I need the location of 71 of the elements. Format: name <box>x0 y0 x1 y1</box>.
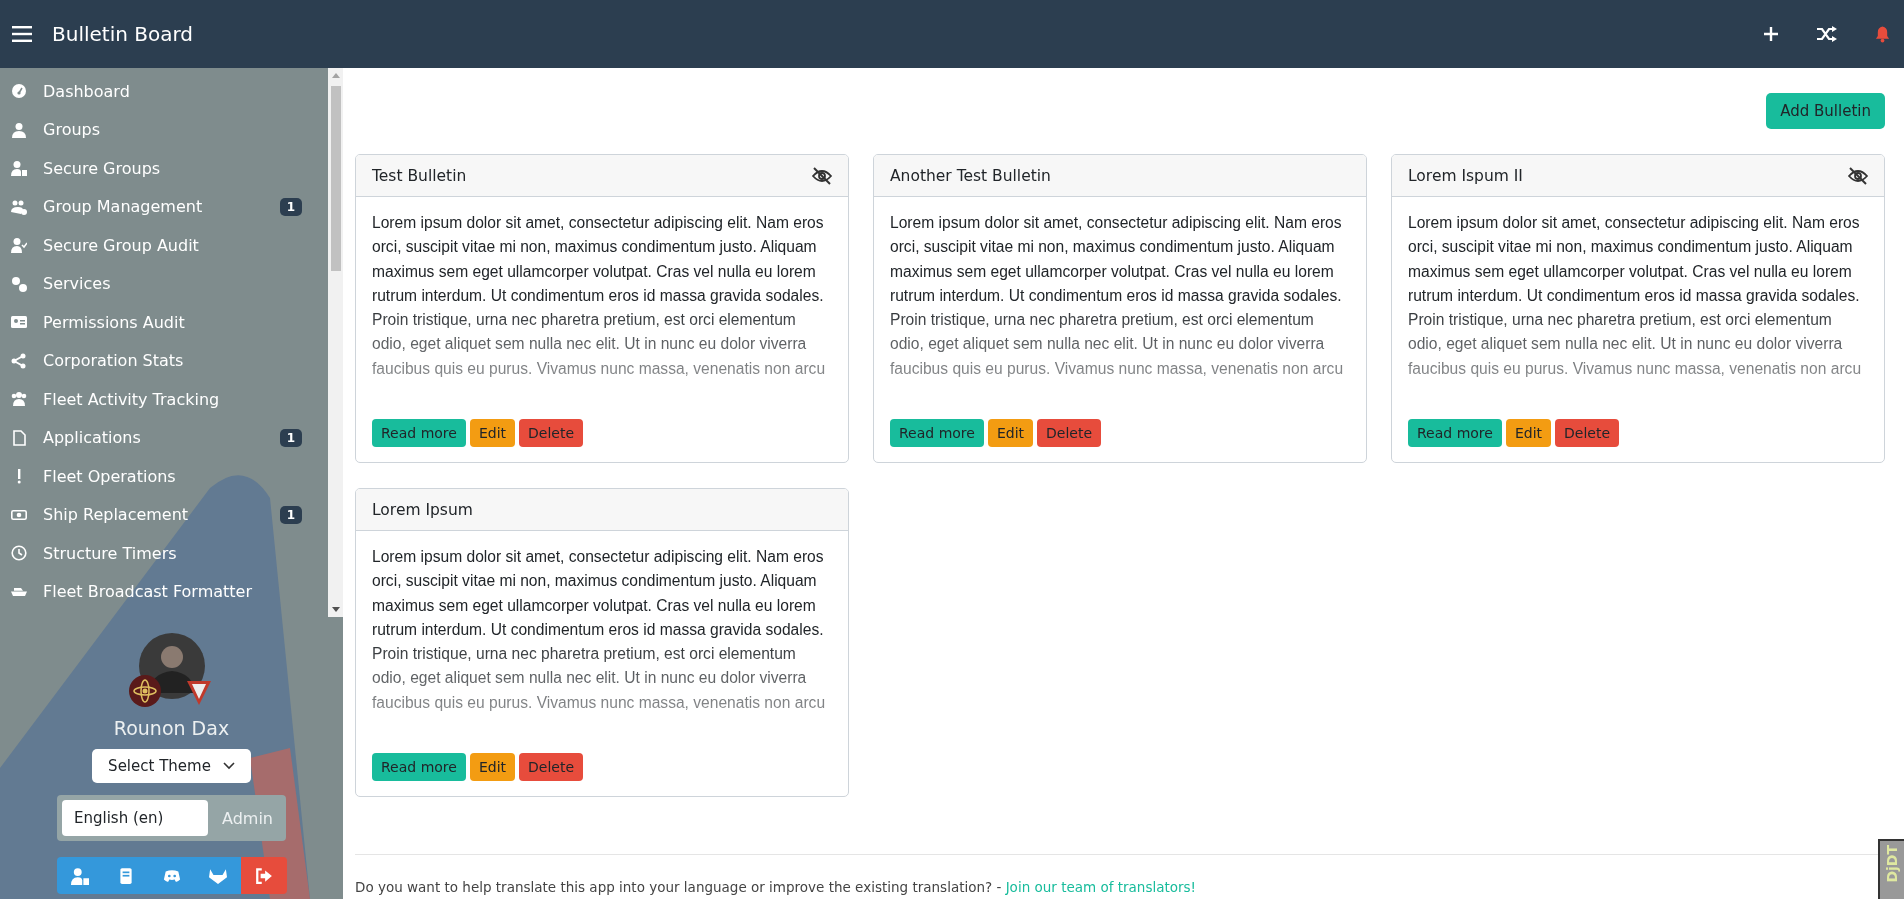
bulletin-text: Lorem ipsum dolor sit amet, consectetur adipiscing elit. Nam eros orci, suscipit vitae mi non, maximus condimentum justo. Aliquam maximus sem eget ullamcorper volutpat. Cras vel nulla eu lorem rutrum interdum. Ut condimentum eros id massa gravida sodales. Proin tristique, urna nec pharetra pretium, est orci elementum odio, eget aliquet sem nulla nec elit. Ut in nunc eu dolor viverra faucibus quis eu purus. Vivamus nunc massa, venenatis non arcu <box>372 213 827 379</box>
delete-button[interactable]: Delete <box>1555 419 1620 447</box>
file-icon <box>11 429 27 446</box>
ship-icon <box>11 587 27 596</box>
read-more-button[interactable]: Read more <box>1408 419 1502 447</box>
sidebar-item[interactable]: Fleet Broadcast Formatter <box>0 572 328 611</box>
plus-icon[interactable] <box>1763 25 1779 43</box>
bell-icon[interactable] <box>1875 25 1890 43</box>
sidebar-item[interactable]: Corporation Stats <box>0 341 328 380</box>
sidebar-item[interactable]: Group Management 1 <box>0 187 328 226</box>
edit-button[interactable]: Edit <box>987 419 1034 447</box>
atom-icon <box>128 675 161 707</box>
id-card-icon <box>11 314 27 331</box>
user-lock-icon <box>11 160 27 177</box>
sidebar-item[interactable]: Structure Timers <box>0 534 328 573</box>
bulletin-text: Lorem ipsum dolor sit amet, consectetur adipiscing elit. Nam eros orci, suscipit vitae mi non, maximus condimentum justo. Aliquam maximus sem eget ullamcorper volutpat. Cras vel nulla eu lorem rutrum interdum. Ut condimentum eros id massa gravida sodales. Proin tristique, urna nec pharetra pretium, est orci elementum odio, eget aliquet sem nulla nec elit. Ut in nunc eu dolor viverra faucibus quis eu purus. Vivamus nunc massa, venenatis non arcu <box>372 547 827 713</box>
sidebar-item[interactable]: Dashboard <box>0 72 328 111</box>
bulletin-title: Test Bulletin <box>372 166 467 185</box>
user-lock-icon <box>70 866 89 885</box>
page-title: Bulletin Board <box>52 22 195 46</box>
fox-button[interactable] <box>194 857 241 894</box>
admin-link[interactable]: Admin <box>214 808 281 828</box>
dashboard-icon <box>11 83 27 100</box>
menu-icon[interactable] <box>12 26 32 42</box>
scroll-up-icon[interactable] <box>331 72 340 80</box>
shuffle-icon[interactable] <box>1817 25 1837 43</box>
sidebar-item[interactable]: Secure Group Audit <box>0 226 328 265</box>
users-gear-icon <box>11 198 27 215</box>
sidebar-item[interactable]: Fleet Operations <box>0 457 328 496</box>
read-more-button[interactable]: Read more <box>890 419 984 447</box>
bulletin-text: Lorem ipsum dolor sit amet, consectetur adipiscing elit. Nam eros orci, suscipit vitae mi non, maximus condimentum justo. Aliquam maximus sem eget ullamcorper volutpat. Cras vel nulla eu lorem rutrum interdum. Ut condimentum eros id massa gravida sodales. Proin tristique, urna nec pharetra pretium, est orci elementum odio, eget aliquet sem nulla nec elit. Ut in nunc eu dolor viverra faucibus quis eu purus. Vivamus nunc massa, venenatis non arcu <box>890 213 1345 379</box>
sidebar-item[interactable]: Ship Replacement 1 <box>0 495 328 534</box>
count-badge: 1 <box>279 428 302 447</box>
user-icon <box>11 121 27 138</box>
add-bulletin-button[interactable]: Add Bulletin <box>1766 93 1885 129</box>
sidebar-item[interactable]: Groups <box>0 110 328 149</box>
user-name: Rounon Dax <box>113 717 230 739</box>
scroll-down-icon[interactable] <box>331 605 340 613</box>
scrollbar[interactable] <box>328 68 343 617</box>
user-lock-button[interactable] <box>56 857 103 894</box>
count-badge: 1 <box>279 505 302 524</box>
delete-button[interactable]: Delete <box>519 419 584 447</box>
clock-icon <box>11 545 27 562</box>
chevron-down-icon <box>222 762 235 770</box>
count-badge: 1 <box>279 197 302 216</box>
sidebar-item[interactable]: Applications 1 <box>0 418 328 457</box>
bulletin-text: Lorem ipsum dolor sit amet, consectetur adipiscing elit. Nam eros orci, suscipit vitae mi non, maximus condimentum justo. Aliquam maximus sem eget ullamcorper volutpat. Cras vel nulla eu lorem rutrum interdum. Ut condimentum eros id massa gravida sodales. Proin tristique, urna nec pharetra pretium, est orci elementum odio, eget aliquet sem nulla nec elit. Ut in nunc eu dolor viverra faucibus quis eu purus. Vivamus nunc massa, venenatis non arcu <box>1408 213 1863 379</box>
sidebar-item[interactable]: Permissions Audit <box>0 303 328 342</box>
bulletin-title: Lorem Ipsum <box>372 500 473 519</box>
read-more-button[interactable]: Read more <box>372 419 466 447</box>
logout-button[interactable] <box>240 857 287 894</box>
translators-link[interactable]: Join our team of translators! <box>1005 879 1197 895</box>
sidebar-item[interactable]: Services <box>0 264 328 303</box>
delete-button[interactable]: Delete <box>1037 419 1102 447</box>
edit-button[interactable]: Edit <box>469 419 516 447</box>
debug-toolbar-tab[interactable]: DjDT <box>1878 839 1904 899</box>
language-select[interactable]: English (en) <box>62 800 208 836</box>
edit-button[interactable]: Edit <box>1505 419 1552 447</box>
theme-select[interactable]: Select Theme <box>92 749 251 783</box>
bulletin-title: Another Test Bulletin <box>890 166 1051 185</box>
logout-icon <box>254 866 273 885</box>
users-icon <box>11 391 27 408</box>
delete-button[interactable]: Delete <box>519 753 584 781</box>
scrollbar-thumb[interactable] <box>330 86 341 271</box>
sidebar-item[interactable]: Secure Groups <box>0 149 328 188</box>
read-more-button[interactable]: Read more <box>372 753 466 781</box>
edit-button[interactable]: Edit <box>469 753 516 781</box>
bulletin-title: Lorem Ispum II <box>1408 166 1523 185</box>
sidebar-item[interactable]: Fleet Activity Tracking <box>0 380 328 419</box>
user-check-icon <box>11 237 27 254</box>
share-icon <box>11 352 27 369</box>
